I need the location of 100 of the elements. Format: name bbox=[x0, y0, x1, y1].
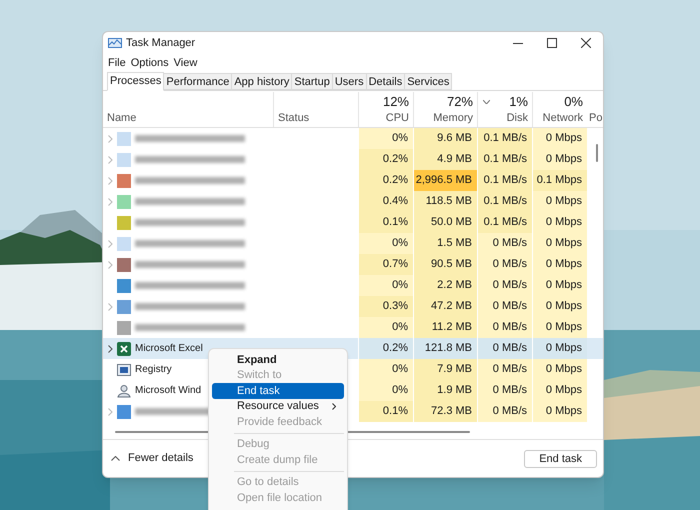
metric-cell: 0 MB/s bbox=[477, 275, 532, 296]
metric-cell: 1.9 MB bbox=[413, 380, 477, 401]
column-total: 72% bbox=[446, 94, 473, 110]
metric-cell: 0.2% bbox=[358, 170, 413, 191]
metric-cell: 7.9 MB bbox=[413, 359, 477, 380]
metric-cell: 0 MB/s bbox=[477, 401, 532, 422]
metric-cell: 118.5 MB bbox=[413, 191, 477, 212]
process-row[interactable]: 0.3% 47.2 MB 0 MB/s 0 Mbps bbox=[103, 296, 603, 317]
menu-option[interactable]: End task bbox=[212, 383, 344, 398]
metric-cell: 0.1 Mbps bbox=[532, 170, 587, 191]
column-total: 0% bbox=[564, 94, 583, 110]
metric-cell: 0.1 MB/s bbox=[477, 191, 532, 212]
metric-cell: 121.8 MB bbox=[413, 338, 477, 359]
process-row[interactable]: 0.2% 2,996.5 MB 0.1 MB/s 0.1 Mbps bbox=[103, 170, 603, 191]
column-header[interactable]: 12% CPU bbox=[358, 92, 413, 127]
metric-cell: 0 Mbps bbox=[532, 338, 587, 359]
metric-cell: 0.2% bbox=[358, 338, 413, 359]
metric-cell: 0 MB/s bbox=[477, 359, 532, 380]
maximize-icon bbox=[547, 38, 557, 48]
window-title: Task Manager bbox=[126, 36, 196, 51]
metric-cell: 1.5 MB bbox=[413, 233, 477, 254]
tab[interactable]: Processes bbox=[107, 72, 164, 91]
process-row[interactable]: 0.7% 90.5 MB 0 MB/s 0 Mbps bbox=[103, 254, 603, 275]
fewer-details-button[interactable]: Fewer details bbox=[111, 450, 194, 467]
column-label: Network bbox=[542, 110, 583, 126]
metric-cell: 0 Mbps bbox=[532, 128, 587, 149]
metric-cell: 11.2 MB bbox=[413, 317, 477, 338]
metric-cell: 90.5 MB bbox=[413, 254, 477, 275]
metric-cell: 0 Mbps bbox=[532, 275, 587, 296]
column-header[interactable]: 1% Disk bbox=[477, 92, 532, 127]
metric-cell: 0.2% bbox=[358, 149, 413, 170]
process-row[interactable]: 0.4% 118.5 MB 0.1 MB/s 0 Mbps bbox=[103, 191, 603, 212]
metric-cell: 0.1 MB/s bbox=[477, 128, 532, 149]
menu-option[interactable]: Resource values bbox=[212, 398, 344, 414]
metric-cell: 0 Mbps bbox=[532, 317, 587, 338]
process-row[interactable]: 0.2% 4.9 MB 0.1 MB/s 0 Mbps bbox=[103, 149, 603, 170]
metric-cell: 0% bbox=[358, 128, 413, 149]
user-icon bbox=[117, 384, 131, 398]
column-header[interactable]: 0% Network bbox=[532, 92, 587, 127]
metric-cell: 0.1% bbox=[358, 212, 413, 233]
spreadsheet-icon bbox=[117, 342, 131, 356]
sort-caret-icon[interactable] bbox=[483, 100, 490, 104]
column-header[interactable]: Status bbox=[278, 110, 310, 126]
menu-item[interactable]: Options bbox=[130, 54, 170, 72]
process-row[interactable]: 0% 1.5 MB 0 MB/s 0 Mbps bbox=[103, 233, 603, 254]
column-total: 1% bbox=[509, 94, 528, 110]
column-label: Memory bbox=[433, 110, 473, 126]
metric-cell: 0% bbox=[358, 380, 413, 401]
column-label: Disk bbox=[506, 110, 528, 126]
metric-cell: 0.7% bbox=[358, 254, 413, 275]
metric-cell: 2.2 MB bbox=[413, 275, 477, 296]
metric-cell: 0 MB/s bbox=[477, 296, 532, 317]
metric-cell: 0% bbox=[358, 317, 413, 338]
tab[interactable]: Startup bbox=[292, 73, 333, 90]
process-row[interactable]: 0.1% 50.0 MB 0.1 MB/s 0 Mbps bbox=[103, 212, 603, 233]
column-total: 12% bbox=[382, 94, 409, 110]
metric-cell: 2,996.5 MB bbox=[413, 170, 477, 191]
tab[interactable]: Performance bbox=[164, 73, 232, 90]
metric-cell: 0 Mbps bbox=[532, 359, 587, 380]
metric-cell: 0 Mbps bbox=[532, 149, 587, 170]
process-row[interactable]: 0% 9.6 MB 0.1 MB/s 0 Mbps bbox=[103, 128, 603, 149]
metric-cell: 72.3 MB bbox=[413, 401, 477, 422]
metric-cell: 0.1 MB/s bbox=[477, 170, 532, 191]
metric-cell: 0.3% bbox=[358, 296, 413, 317]
menu-item[interactable]: View bbox=[172, 54, 198, 72]
column-header[interactable]: Name bbox=[107, 110, 136, 126]
column-label: CPU bbox=[386, 110, 409, 126]
tab[interactable]: App history bbox=[232, 73, 292, 90]
close-icon bbox=[581, 38, 591, 48]
end-task-button[interactable]: End task bbox=[524, 450, 597, 468]
metric-cell: 0 Mbps bbox=[532, 401, 587, 422]
metric-cell: 4.9 MB bbox=[413, 149, 477, 170]
menu-item[interactable]: File bbox=[107, 54, 127, 72]
column-header[interactable]: 72% Memory bbox=[413, 92, 477, 127]
metric-cell: 0% bbox=[358, 275, 413, 296]
metric-cell: 0 MB/s bbox=[477, 380, 532, 401]
metric-cell: 0.1 MB/s bbox=[477, 212, 532, 233]
tab[interactable]: Details bbox=[366, 73, 406, 90]
metric-cell: 0 Mbps bbox=[532, 191, 587, 212]
chart-icon bbox=[108, 38, 122, 48]
metric-cell: 0.1% bbox=[358, 401, 413, 422]
process-name: Registry bbox=[135, 363, 172, 377]
expand-chevron-icon[interactable] bbox=[108, 344, 112, 352]
metric-cell: 0 MB/s bbox=[477, 338, 532, 359]
metric-cell: 47.2 MB bbox=[413, 296, 477, 317]
metric-cell: 0 MB/s bbox=[477, 317, 532, 338]
process-row[interactable]: 0% 11.2 MB 0 MB/s 0 Mbps bbox=[103, 317, 603, 338]
process-row[interactable]: 0% 2.2 MB 0 MB/s 0 Mbps bbox=[103, 275, 603, 296]
metric-cell: 0 Mbps bbox=[532, 212, 587, 233]
chevron-up-icon bbox=[111, 456, 120, 461]
tab[interactable]: Services bbox=[405, 73, 452, 90]
minimize-icon bbox=[513, 42, 523, 44]
vertical-scrollbar-thumb[interactable] bbox=[596, 144, 598, 162]
window-icon bbox=[117, 364, 131, 376]
metric-cell: 0 Mbps bbox=[532, 233, 587, 254]
process-name: Microsoft Excel bbox=[135, 342, 203, 356]
metric-cell: 0 MB/s bbox=[477, 254, 532, 275]
column-header[interactable]: Po bbox=[589, 110, 602, 126]
metric-cell: 0 MB/s bbox=[477, 233, 532, 254]
tab[interactable]: Users bbox=[332, 73, 367, 90]
